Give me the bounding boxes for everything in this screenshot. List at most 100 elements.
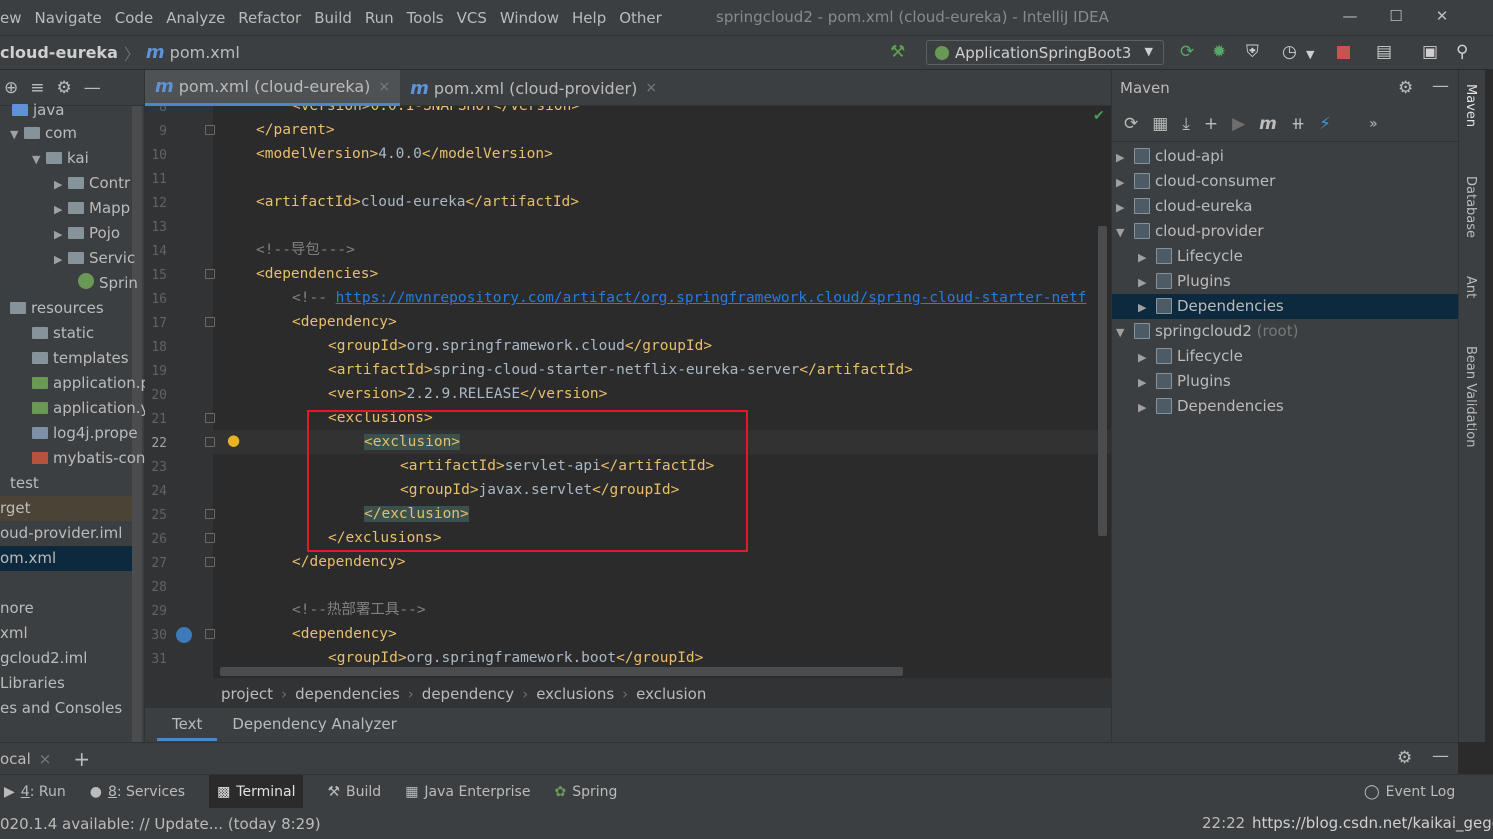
tree-item-cloud-provider-iml[interactable]: oud-provider.iml — [0, 521, 122, 546]
fold-marker-icon[interactable] — [205, 317, 215, 327]
menu-run[interactable]: Run — [365, 9, 394, 27]
status-message[interactable]: 020.1.4 available: // Update... (today 8… — [0, 815, 321, 833]
tree-item-log4j[interactable]: log4j.prope — [32, 421, 138, 446]
maven-item-cloud-api[interactable]: ▶ cloud-api — [1112, 144, 1459, 169]
tree-item-pom-xml[interactable]: om.xml — [0, 546, 132, 571]
new-terminal-button[interactable]: + — [73, 747, 90, 771]
coverage-icon[interactable]: ⛨ — [1246, 43, 1259, 61]
vertical-scrollbar[interactable] — [1098, 226, 1107, 536]
expand-arrow-icon[interactable]: ▼ — [1116, 320, 1134, 345]
menu-refactor[interactable]: Refactor — [238, 9, 301, 27]
maximize-button[interactable]: ☐ — [1373, 4, 1419, 28]
tree-item-application-properties[interactable]: application.p — [32, 371, 150, 396]
collapsed-arrow-icon[interactable]: ▶ — [54, 247, 68, 272]
fold-marker-icon[interactable] — [205, 629, 215, 639]
tool-window-run[interactable]: ▶ 4: Run — [4, 784, 66, 800]
tool-window-database[interactable]: Database — [1463, 176, 1478, 238]
gear-icon[interactable]: ⚙ — [1398, 78, 1413, 98]
collapsed-arrow-icon[interactable]: ▶ — [1138, 295, 1156, 320]
breadcrumb-exclusions[interactable]: exclusions — [536, 685, 614, 703]
search-icon[interactable]: ⚲ — [1456, 43, 1468, 61]
tool-window-spring[interactable]: ✿ Spring — [554, 784, 617, 800]
execute-goal-icon[interactable]: m — [1259, 114, 1277, 134]
tree-item-external-libraries[interactable]: Libraries — [0, 671, 65, 696]
breadcrumb-dependencies[interactable]: dependencies — [295, 685, 400, 703]
fold-marker-icon[interactable] — [205, 437, 215, 447]
collapse-icon[interactable]: ≡ — [30, 78, 44, 98]
tree-item-springcloud2-iml[interactable]: gcloud2.iml — [0, 646, 87, 671]
plus-icon[interactable]: + — [1204, 114, 1218, 134]
menu-other[interactable]: Other — [619, 9, 662, 27]
close-button[interactable]: ✕ — [1419, 4, 1465, 28]
hide-icon[interactable]: — — [1432, 76, 1449, 96]
close-icon[interactable]: × — [378, 79, 390, 95]
gear-icon[interactable]: ⚙ — [57, 78, 72, 98]
tool-window-services[interactable]: ● 8: Services — [90, 784, 185, 800]
menu-vcs[interactable]: VCS — [457, 9, 487, 27]
fold-marker-icon[interactable] — [205, 533, 215, 543]
mvnrepository-link[interactable]: https://mvnrepository.com/artifact/org.s… — [336, 290, 1087, 306]
reload-icon[interactable]: ⟳ — [1124, 114, 1138, 134]
fold-marker-icon[interactable] — [205, 509, 215, 519]
breadcrumb-project[interactable]: project — [221, 685, 273, 703]
fold-marker-icon[interactable] — [205, 125, 215, 135]
more-icon[interactable]: » — [1369, 116, 1378, 132]
collapsed-arrow-icon[interactable]: ▶ — [1138, 245, 1156, 270]
menu-tools[interactable]: Tools — [407, 9, 444, 27]
tree-item-mybatis[interactable]: mybatis-con — [32, 446, 145, 471]
skip-tests-icon[interactable]: ⧺ — [1291, 114, 1305, 134]
close-icon[interactable]: × — [39, 750, 52, 768]
tab-text[interactable]: Text — [157, 709, 218, 741]
maven-item-springcloud2[interactable]: ▼ springcloud2 (root) — [1112, 319, 1459, 344]
tree-item-service[interactable]: ▶ Servic — [54, 246, 135, 271]
horizontal-scrollbar[interactable] — [220, 667, 903, 676]
code-editor[interactable]: 8 9 10 11 12 13 14 15 16 17 18 19 20 21 … — [145, 106, 1111, 678]
maven-item-root-dependencies[interactable]: ▶ Dependencies — [1112, 394, 1459, 419]
tab-dependency-analyzer[interactable]: Dependency Analyzer — [217, 709, 411, 741]
rerun-icon[interactable]: ⟳ — [1180, 43, 1194, 61]
tab-pom-cloud-provider[interactable]: m pom.xml (cloud-provider) × — [400, 70, 667, 106]
tree-item-mapper[interactable]: ▶ Mapp — [54, 196, 130, 221]
tree-item-gitignore[interactable]: nore — [0, 596, 34, 621]
maven-item-dependencies[interactable]: ▶ Dependencies — [1112, 294, 1459, 319]
collapsed-arrow-icon[interactable]: ▶ — [54, 197, 68, 222]
tree-item-com[interactable]: ▼ com — [10, 121, 77, 146]
close-icon[interactable]: × — [645, 80, 657, 96]
stop-icon[interactable] — [1337, 46, 1350, 59]
menu-view[interactable]: ew — [0, 9, 22, 27]
reload-icon[interactable] — [176, 627, 192, 643]
collapsed-arrow-icon[interactable]: ▶ — [1138, 395, 1156, 420]
maven-item-root-plugins[interactable]: ▶ Plugins — [1112, 369, 1459, 394]
tree-item-templates[interactable]: templates — [32, 346, 129, 371]
tool-window-bean-validation[interactable]: Bean Validation — [1463, 346, 1478, 447]
collapsed-arrow-icon[interactable]: ▶ — [1138, 345, 1156, 370]
tree-item-spring-app[interactable]: Sprin — [78, 271, 138, 296]
run-icon[interactable]: ▶ — [1232, 114, 1245, 134]
collapsed-arrow-icon[interactable]: ▶ — [1138, 370, 1156, 395]
hide-icon[interactable]: — — [84, 78, 101, 98]
collapsed-arrow-icon[interactable]: ▶ — [1116, 195, 1134, 220]
gear-icon[interactable]: ⚙ — [1397, 748, 1412, 768]
caret-position[interactable]: 22:22 — [1202, 814, 1245, 832]
tree-item-target[interactable]: rget — [0, 496, 132, 521]
tree-item-root-pom[interactable]: xml — [0, 621, 28, 646]
inspection-ok-icon[interactable]: ✔ — [1093, 108, 1105, 124]
tree-item-static[interactable]: static — [32, 321, 94, 346]
nav-file[interactable]: pom.xml — [170, 43, 240, 62]
maven-item-lifecycle[interactable]: ▶ Lifecycle — [1112, 244, 1459, 269]
tool-window-build[interactable]: ⚒ Build — [327, 784, 381, 800]
menu-navigate[interactable]: Navigate — [35, 9, 102, 27]
breadcrumb-dependency[interactable]: dependency — [422, 685, 514, 703]
lightbulb-icon[interactable]: ● — [227, 431, 240, 449]
menu-build[interactable]: Build — [314, 9, 352, 27]
minimize-button[interactable]: — — [1327, 4, 1373, 28]
hide-icon[interactable]: — — [1432, 746, 1449, 766]
tree-item-java[interactable]: java — [12, 98, 64, 123]
build-hammer-icon[interactable]: ⚒ — [890, 43, 905, 61]
debug-icon[interactable]: ✹ — [1212, 43, 1226, 61]
fold-marker-icon[interactable] — [205, 557, 215, 567]
tree-item-controller[interactable]: ▶ Contr — [54, 171, 130, 196]
fold-marker-icon[interactable] — [205, 413, 215, 423]
locate-icon[interactable]: ⊕ — [4, 78, 18, 98]
tree-item-test[interactable]: test — [0, 471, 132, 496]
